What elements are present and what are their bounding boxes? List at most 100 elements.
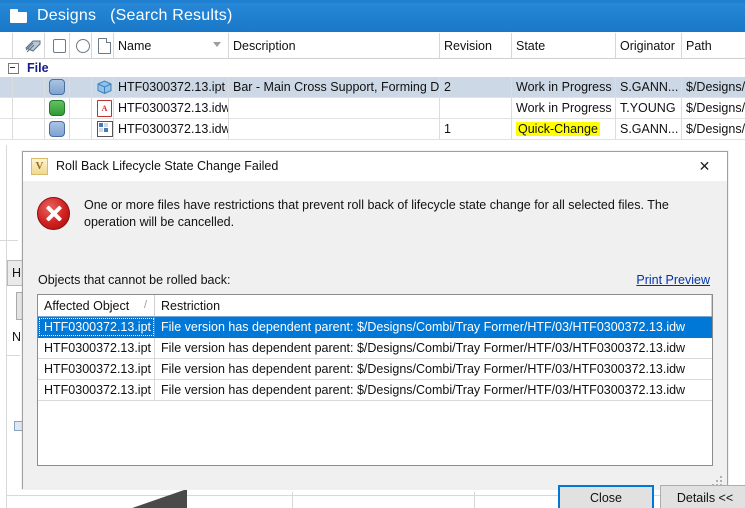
group-row-label: File bbox=[27, 61, 49, 75]
list-item-restriction: File version has dependent parent: $/Des… bbox=[161, 383, 686, 397]
close-icon[interactable]: ✕ bbox=[682, 152, 727, 180]
row-state: Work in Progress bbox=[512, 77, 616, 97]
row-filetype-cell bbox=[92, 77, 114, 97]
row-indent bbox=[0, 98, 13, 118]
row-revision: 2 bbox=[440, 77, 512, 97]
row-tag-cell[interactable] bbox=[13, 77, 45, 97]
row-name: HTF0300372.13.idw.pdf bbox=[114, 98, 229, 118]
status-green-icon bbox=[49, 100, 65, 116]
dialog-body: One or more files have restrictions that… bbox=[23, 181, 745, 508]
dialog-title: Roll Back Lifecycle State Change Failed bbox=[56, 159, 279, 173]
list-column-header-object[interactable]: Affected Object / bbox=[38, 295, 155, 316]
panel-divider bbox=[6, 355, 20, 356]
window-title: Designs (Search Results) bbox=[37, 7, 233, 24]
row-status-cell[interactable] bbox=[70, 77, 92, 97]
background-graphic bbox=[112, 489, 187, 508]
file-type-column-header[interactable] bbox=[92, 33, 114, 58]
list-item[interactable]: HTF0300372.13.ipt File version has depen… bbox=[38, 359, 712, 380]
screen: Designs (Search Results) Name Descriptio… bbox=[0, 0, 745, 508]
background-label: N bbox=[12, 330, 22, 344]
close-icon-glyph: ✕ bbox=[698, 157, 711, 174]
list-item[interactable]: HTF0300372.13.ipt File version has depen… bbox=[38, 380, 712, 401]
row-state: Work in Progress bbox=[512, 98, 616, 118]
ipt-part-icon bbox=[97, 80, 112, 95]
row-revision bbox=[440, 98, 512, 118]
folder-icon bbox=[10, 8, 28, 24]
resize-grip[interactable] bbox=[712, 476, 723, 487]
row-originator: S.GANN... bbox=[616, 77, 682, 97]
row-status-cell[interactable] bbox=[70, 98, 92, 118]
close-button[interactable]: Close bbox=[558, 485, 654, 508]
column-header-revision[interactable]: Revision bbox=[440, 33, 512, 58]
row-description bbox=[229, 119, 440, 139]
list-item-object: HTF0300372.13.ipt bbox=[38, 338, 155, 358]
column-header-originator[interactable]: Originator bbox=[616, 33, 682, 58]
list-item-object: HTF0300372.13.ipt bbox=[38, 359, 155, 379]
file-grid: HTF0300372.13.ipt Bar - Main Cross Suppo… bbox=[0, 77, 745, 140]
row-checkout-cell[interactable] bbox=[45, 77, 70, 97]
status-blue-icon bbox=[49, 121, 65, 137]
details-button[interactable]: Details << bbox=[660, 485, 745, 508]
table-row[interactable]: HTF0300372.13.idw 1 Quick-Change S.GANN.… bbox=[0, 119, 745, 140]
row-revision: 1 bbox=[440, 119, 512, 139]
error-x-icon bbox=[37, 197, 70, 230]
column-header-path-label: Path bbox=[686, 38, 712, 53]
group-row-file[interactable]: File bbox=[0, 59, 745, 77]
pdf-icon: A bbox=[97, 99, 112, 117]
list-item-object: HTF0300372.13.ipt bbox=[38, 317, 155, 337]
row-originator: S.GANN... bbox=[616, 119, 682, 139]
circle-icon bbox=[75, 38, 90, 53]
row-filetype-cell: A bbox=[92, 98, 114, 118]
vault-icon: V bbox=[31, 157, 48, 175]
print-preview-link[interactable]: Print Preview bbox=[636, 273, 710, 287]
column-header-name[interactable]: Name bbox=[114, 33, 229, 58]
list-column-header-object-label: Affected Object bbox=[44, 298, 130, 313]
list-item-restriction: File version has dependent parent: $/Des… bbox=[161, 320, 686, 334]
list-column-header-restriction-label: Restriction bbox=[161, 298, 221, 313]
error-message: One or more files have restrictions that… bbox=[84, 198, 669, 229]
row-checkout-cell[interactable] bbox=[45, 119, 70, 139]
row-name: HTF0300372.13.idw bbox=[114, 119, 229, 139]
column-header-state-label: State bbox=[516, 38, 546, 53]
row-indent bbox=[0, 119, 13, 139]
list-item-restriction: File version has dependent parent: $/Des… bbox=[161, 341, 686, 355]
list-item-object: HTF0300372.13.ipt bbox=[38, 380, 155, 400]
row-state-label: Work in Progress bbox=[516, 80, 612, 94]
checked-out-column-header[interactable] bbox=[45, 33, 70, 58]
row-state: Quick-Change bbox=[512, 119, 616, 139]
table-row[interactable]: A HTF0300372.13.idw.pdf Work in Progress… bbox=[0, 98, 745, 119]
tag-icon-header[interactable] bbox=[13, 33, 45, 58]
vault-icon-glyph: V bbox=[35, 159, 44, 172]
list-item[interactable]: HTF0300372.13.ipt File version has depen… bbox=[38, 338, 712, 359]
row-tag-cell[interactable] bbox=[13, 119, 45, 139]
row-path: $/Designs/Co bbox=[686, 101, 745, 115]
list-item-restriction: File version has dependent parent: $/Des… bbox=[161, 362, 686, 376]
row-description bbox=[229, 98, 440, 118]
row-path: $/Designs/Co bbox=[686, 122, 745, 136]
table-row[interactable]: HTF0300372.13.ipt Bar - Main Cross Suppo… bbox=[0, 77, 745, 98]
column-header-path[interactable]: Path bbox=[682, 33, 745, 58]
row-checkout-cell[interactable] bbox=[45, 98, 70, 118]
column-header-description[interactable]: Description bbox=[229, 33, 440, 58]
list-column-header-restriction[interactable]: Restriction bbox=[155, 295, 712, 316]
row-state-label: Work in Progress bbox=[516, 101, 612, 115]
collapse-icon[interactable] bbox=[8, 62, 19, 74]
column-header-originator-label: Originator bbox=[620, 38, 675, 53]
row-status-cell[interactable] bbox=[70, 119, 92, 139]
row-tag-cell[interactable] bbox=[13, 98, 45, 118]
status-column-header[interactable] bbox=[70, 33, 92, 58]
title-bar-strip bbox=[0, 0, 745, 3]
row-state-label-highlighted: Quick-Change bbox=[516, 122, 600, 136]
dialog-title-bar[interactable]: V Roll Back Lifecycle State Change Faile… bbox=[23, 152, 727, 181]
list-item[interactable]: HTF0300372.13.ipt File version has depen… bbox=[38, 317, 712, 338]
rollback-failed-dialog: V Roll Back Lifecycle State Change Faile… bbox=[22, 151, 745, 508]
column-header-state[interactable]: State bbox=[512, 33, 616, 58]
document-icon bbox=[98, 37, 111, 54]
row-description: Bar - Main Cross Support, Forming Die bbox=[229, 77, 440, 97]
row-filetype-cell bbox=[92, 119, 114, 139]
column-header-revision-label: Revision bbox=[444, 38, 492, 53]
panel-divider bbox=[0, 240, 18, 241]
affected-objects-list[interactable]: Affected Object / Restriction HTF0300372… bbox=[37, 294, 713, 466]
list-column-header: Affected Object / Restriction bbox=[38, 295, 712, 317]
tag-icon bbox=[24, 39, 42, 53]
